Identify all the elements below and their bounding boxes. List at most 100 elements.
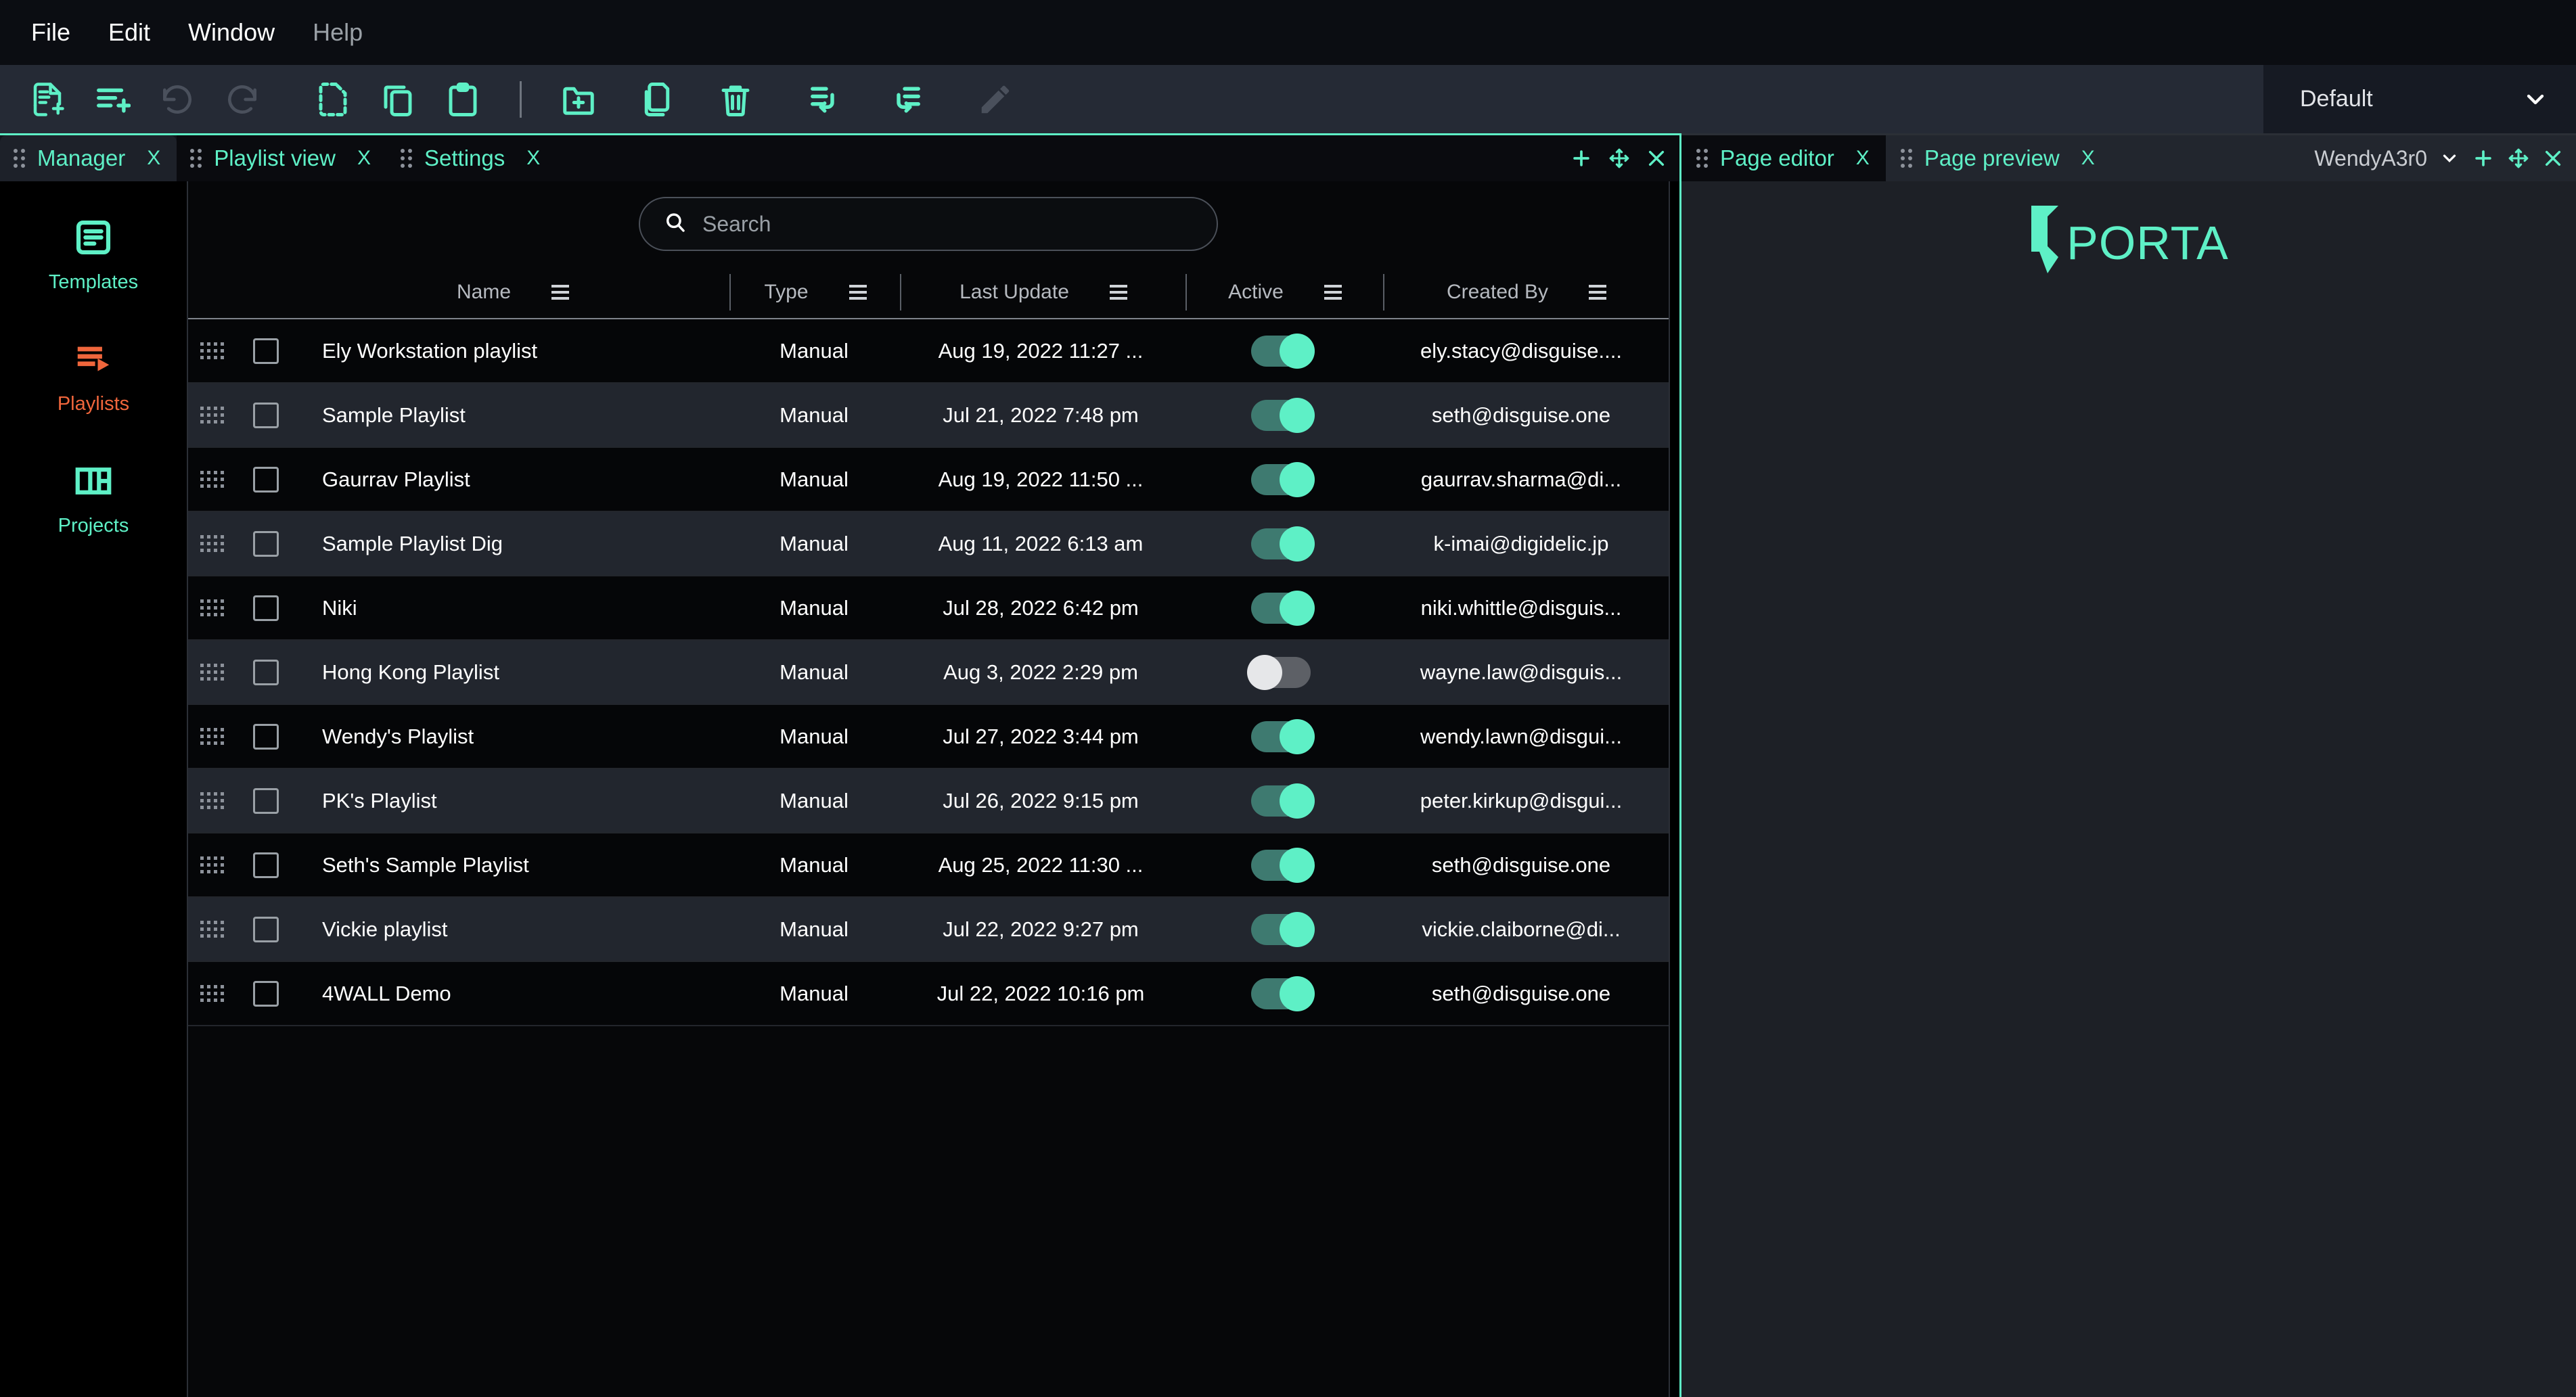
active-toggle[interactable]: [1251, 914, 1311, 945]
table-row[interactable]: Sample PlaylistManualJul 21, 2022 7:48 p…: [188, 384, 1669, 448]
row-active-cell[interactable]: [1183, 833, 1379, 897]
row-active-cell[interactable]: [1183, 640, 1379, 704]
row-checkbox[interactable]: [253, 338, 279, 364]
row-active-cell[interactable]: [1183, 447, 1379, 511]
active-toggle[interactable]: [1251, 593, 1311, 624]
row-drag-handle-icon[interactable]: [188, 576, 235, 640]
row-drag-handle-icon[interactable]: [188, 640, 235, 704]
tab-drag-handle-icon[interactable]: [14, 149, 25, 168]
row-checkbox[interactable]: [253, 595, 279, 621]
menu-item-edit[interactable]: Edit: [89, 0, 169, 65]
row-active-cell[interactable]: [1183, 576, 1379, 640]
active-toggle[interactable]: [1251, 978, 1311, 1009]
tab-settings[interactable]: Settings X: [387, 135, 556, 181]
active-toggle[interactable]: [1251, 785, 1311, 817]
row-checkbox[interactable]: [253, 788, 279, 814]
row-checkbox-cell[interactable]: [235, 383, 296, 447]
active-toggle[interactable]: [1251, 721, 1311, 752]
table-row[interactable]: Seth's Sample PlaylistManualAug 25, 2022…: [188, 833, 1669, 898]
preset-selector[interactable]: Default: [2263, 65, 2576, 133]
row-active-cell[interactable]: [1183, 511, 1379, 576]
table-row[interactable]: Ely Workstation playlistManualAug 19, 20…: [188, 319, 1669, 384]
active-toggle[interactable]: [1251, 528, 1311, 559]
row-active-cell[interactable]: [1183, 383, 1379, 447]
column-menu-icon[interactable]: [1110, 285, 1127, 300]
menu-item-file[interactable]: File: [12, 0, 89, 65]
menu-item-window[interactable]: Window: [169, 0, 294, 65]
active-toggle[interactable]: [1251, 464, 1311, 495]
table-row[interactable]: PK's PlaylistManualJul 26, 2022 9:15 pmp…: [188, 769, 1669, 833]
duplicate-file-icon[interactable]: [625, 65, 690, 133]
row-checkbox[interactable]: [253, 403, 279, 428]
row-checkbox-cell[interactable]: [235, 961, 296, 1026]
row-checkbox-cell[interactable]: [235, 704, 296, 769]
column-menu-icon[interactable]: [551, 285, 569, 300]
row-checkbox[interactable]: [253, 467, 279, 493]
column-header-created-by[interactable]: Created By: [1384, 266, 1669, 319]
chevron-down-icon[interactable]: [2439, 148, 2460, 168]
tab-drag-handle-icon[interactable]: [1901, 149, 1912, 168]
new-document-icon[interactable]: [15, 65, 80, 133]
tab-page-preview-close-icon[interactable]: X: [2072, 147, 2095, 170]
tab-drag-handle-icon[interactable]: [401, 149, 412, 168]
row-checkbox[interactable]: [253, 852, 279, 878]
column-header-type[interactable]: Type: [731, 266, 900, 319]
active-toggle[interactable]: [1251, 850, 1311, 881]
row-drag-handle-icon[interactable]: [188, 769, 235, 833]
table-row[interactable]: Wendy's PlaylistManualJul 27, 2022 3:44 …: [188, 705, 1669, 769]
row-drag-handle-icon[interactable]: [188, 319, 235, 383]
add-tab-button[interactable]: [1570, 147, 1593, 170]
table-row[interactable]: NikiManualJul 28, 2022 6:42 pmniki.whitt…: [188, 576, 1669, 641]
sidebar-item-playlists[interactable]: Playlists: [0, 338, 187, 415]
search-input[interactable]: Search: [639, 197, 1218, 251]
tab-playlist-view-close-icon[interactable]: X: [348, 147, 371, 170]
column-header-name[interactable]: Name: [296, 266, 729, 319]
move-panel-button[interactable]: [1608, 147, 1631, 170]
add-tab-button[interactable]: [2472, 147, 2495, 170]
tab-drag-handle-icon[interactable]: [190, 149, 202, 168]
cut-document-icon[interactable]: [300, 65, 365, 133]
row-checkbox-cell[interactable]: [235, 511, 296, 576]
tab-manager-close-icon[interactable]: X: [137, 147, 160, 170]
column-menu-icon[interactable]: [849, 285, 867, 300]
table-row[interactable]: 4WALL DemoManualJul 22, 2022 10:16 pmset…: [188, 962, 1669, 1026]
row-active-cell[interactable]: [1183, 319, 1379, 383]
row-checkbox-cell[interactable]: [235, 897, 296, 961]
row-checkbox-cell[interactable]: [235, 640, 296, 704]
row-active-cell[interactable]: [1183, 704, 1379, 769]
column-menu-icon[interactable]: [1589, 285, 1606, 300]
row-checkbox-cell[interactable]: [235, 576, 296, 640]
row-drag-handle-icon[interactable]: [188, 897, 235, 961]
active-toggle[interactable]: [1251, 400, 1311, 431]
row-checkbox-cell[interactable]: [235, 319, 296, 383]
active-toggle[interactable]: [1251, 657, 1311, 688]
new-folder-icon[interactable]: [546, 65, 611, 133]
indent-right-icon[interactable]: [872, 65, 937, 133]
tab-drag-handle-icon[interactable]: [1696, 149, 1708, 168]
column-menu-icon[interactable]: [1324, 285, 1342, 300]
row-checkbox[interactable]: [253, 531, 279, 557]
tab-manager[interactable]: Manager X: [0, 135, 177, 181]
row-active-cell[interactable]: [1183, 897, 1379, 961]
row-active-cell[interactable]: [1183, 769, 1379, 833]
row-checkbox-cell[interactable]: [235, 769, 296, 833]
sidebar-item-templates[interactable]: Templates: [0, 216, 187, 294]
table-row[interactable]: Sample Playlist DigManualAug 11, 2022 6:…: [188, 512, 1669, 576]
row-active-cell[interactable]: [1183, 961, 1379, 1026]
tab-page-preview[interactable]: Page preview X: [1886, 135, 2111, 181]
row-drag-handle-icon[interactable]: [188, 961, 235, 1026]
table-row[interactable]: Hong Kong PlaylistManualAug 3, 2022 2:29…: [188, 641, 1669, 705]
chevron-down-icon[interactable]: [2522, 86, 2549, 113]
indent-left-icon[interactable]: [794, 65, 859, 133]
row-drag-handle-icon[interactable]: [188, 704, 235, 769]
tab-page-editor[interactable]: Page editor X: [1681, 135, 1886, 181]
row-checkbox-cell[interactable]: [235, 833, 296, 897]
table-row[interactable]: Vickie playlistManualJul 22, 2022 9:27 p…: [188, 898, 1669, 962]
row-drag-handle-icon[interactable]: [188, 511, 235, 576]
row-checkbox[interactable]: [253, 981, 279, 1007]
move-panel-button[interactable]: [2507, 147, 2530, 170]
column-header-last-update[interactable]: Last Update: [901, 266, 1185, 319]
table-row[interactable]: Gaurrav PlaylistManualAug 19, 2022 11:50…: [188, 448, 1669, 512]
close-panel-button[interactable]: [1646, 147, 1667, 169]
tab-playlist-view[interactable]: Playlist view X: [177, 135, 387, 181]
